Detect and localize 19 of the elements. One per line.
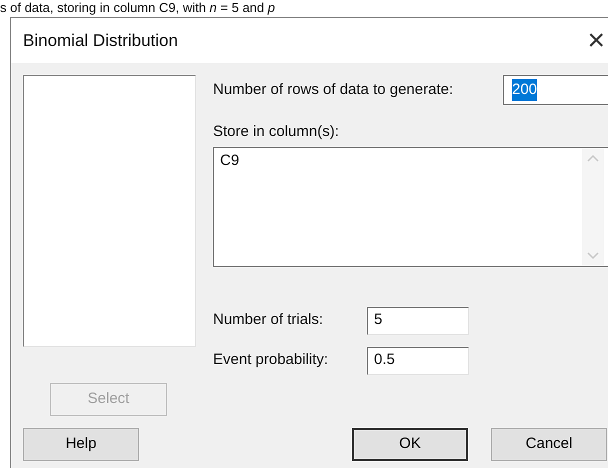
textarea-value: C9 <box>219 150 240 170</box>
scroll-down-icon[interactable] <box>587 252 599 260</box>
scroll-up-icon[interactable] <box>587 154 599 162</box>
columns-textarea[interactable]: C9 <box>213 146 608 266</box>
field-label: Event probability: <box>213 350 330 370</box>
field-label: Store in column(s): <box>213 122 340 142</box>
close-button[interactable]: × <box>587 26 605 56</box>
rows-input[interactable]: 200 <box>503 75 608 105</box>
document-text: s of data, storing in column C9, with n = 5 and p <box>0 0 275 15</box>
trials-input[interactable]: 5 <box>367 306 469 334</box>
probability-input[interactable]: 0.5 <box>367 346 469 374</box>
field-label: Number of rows of data to generate: <box>213 80 454 100</box>
input-value: 200 <box>512 78 538 102</box>
dialog-button[interactable]: OK <box>352 428 468 461</box>
dialog-button[interactable]: Help <box>23 428 139 461</box>
window-title: Binomial Distribution <box>23 30 178 52</box>
field-label: Number of trials: <box>213 310 324 330</box>
variable-list[interactable] <box>23 75 196 347</box>
dialog-button[interactable]: Cancel <box>491 428 607 461</box>
